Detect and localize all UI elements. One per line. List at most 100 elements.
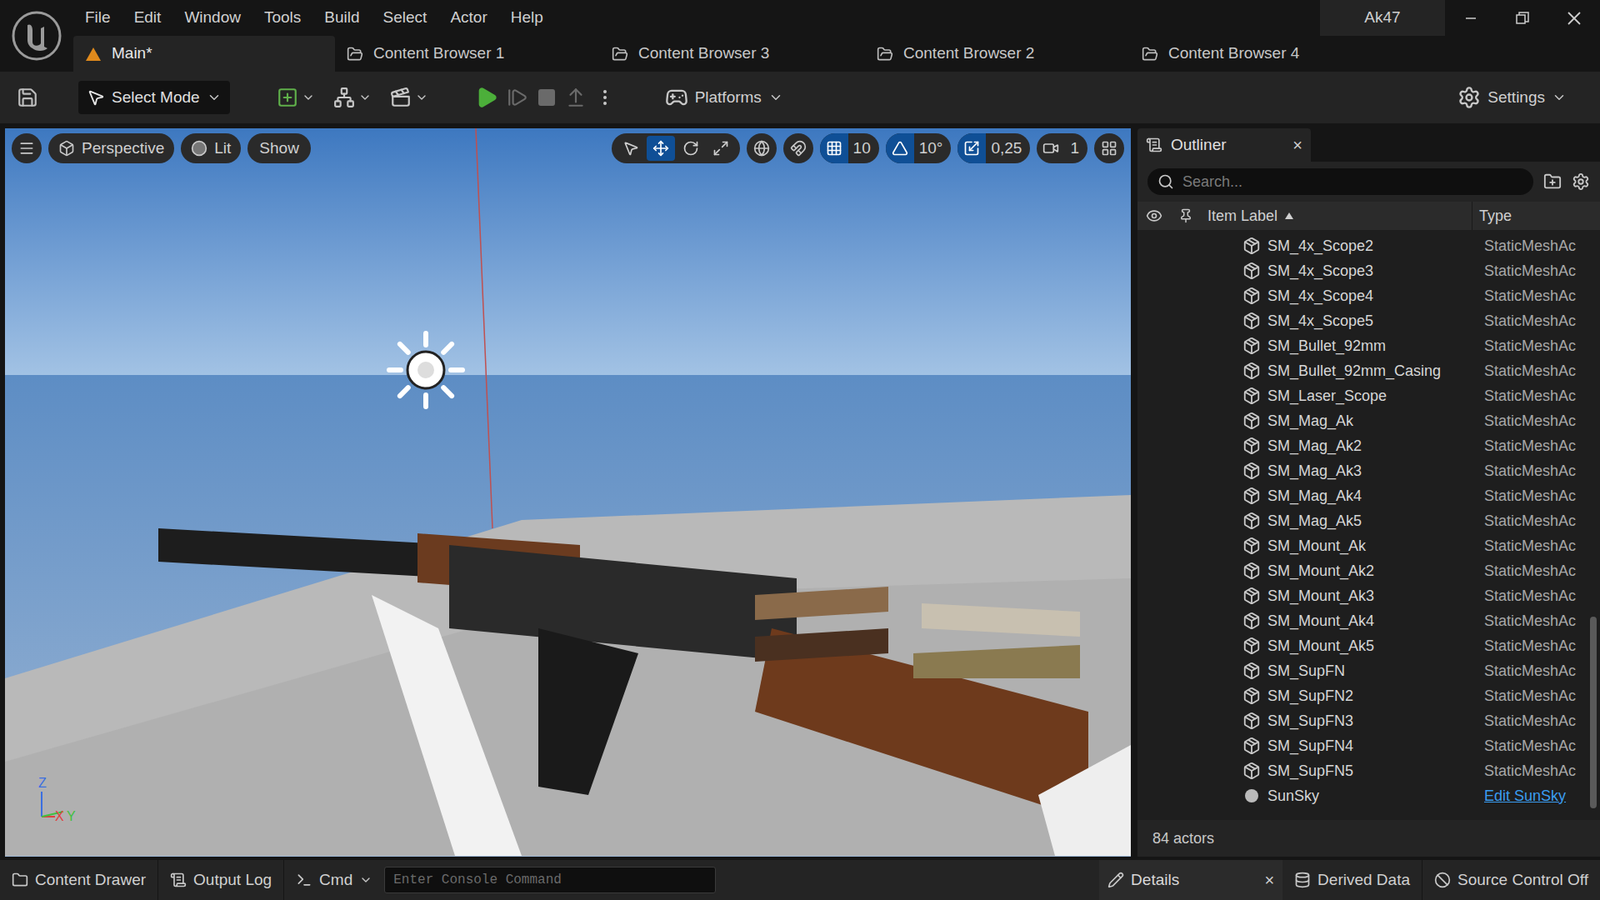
static-mesh-icon (1242, 386, 1261, 405)
document-tab[interactable]: Content Browser 4 (1130, 35, 1395, 72)
directional-light-icon[interactable] (384, 328, 468, 412)
menu-item[interactable]: Edit (122, 5, 174, 30)
world-local-button[interactable] (746, 133, 777, 164)
outliner-row[interactable]: SM_SupFN5StaticMeshAc (1137, 758, 1590, 784)
viewport-menu-button[interactable] (11, 133, 42, 164)
show-button[interactable]: Show (247, 133, 311, 164)
stop-icon[interactable] (536, 87, 557, 108)
menu-icon (18, 140, 35, 157)
content-drawer-button[interactable]: Content Drawer (0, 860, 159, 900)
advance-frame-icon[interactable] (506, 86, 529, 109)
close-tab-button[interactable]: × (1264, 867, 1275, 893)
type-cell: StaticMeshAc (1475, 385, 1576, 408)
content-browser-icon (876, 45, 894, 63)
document-tab[interactable]: Content Browser 1 (335, 35, 600, 72)
outliner-row[interactable]: SM_Mount_AkStaticMeshAc (1137, 533, 1590, 559)
new-folder-icon[interactable] (1543, 172, 1562, 191)
output-log-button[interactable]: Output Log (158, 860, 285, 900)
restore-icon[interactable] (1496, 11, 1549, 25)
column-header[interactable]: Type (1472, 205, 1600, 228)
viewport-layout-button[interactable] (1094, 133, 1125, 164)
cmd-button[interactable]: Cmd (284, 860, 385, 900)
column-header[interactable]: Item Label (1200, 201, 1473, 230)
outliner-row[interactable]: SM_Mount_Ak5StaticMeshAc (1137, 633, 1590, 659)
gamepad-icon (665, 85, 689, 110)
outliner-row[interactable]: SM_Mount_Ak2StaticMeshAc (1137, 558, 1590, 584)
menu-item[interactable]: Window (172, 5, 253, 30)
outliner-header: Item LabelType (1137, 201, 1600, 230)
static-mesh-icon (1242, 436, 1261, 455)
outliner-row[interactable]: SunSkyEdit SunSky (1137, 783, 1590, 809)
outliner-tab[interactable]: Outliner× (1137, 128, 1311, 162)
angle-snap-button[interactable]: 10° (885, 133, 952, 164)
document-tab[interactable]: Content Browser 2 (865, 35, 1130, 72)
outliner-row[interactable]: SM_Bullet_92mmStaticMeshAc (1137, 333, 1590, 359)
unreal-logo-icon[interactable] (0, 0, 74, 72)
outliner-search[interactable]: Search... (1147, 168, 1534, 195)
minimize-icon[interactable] (1445, 12, 1497, 25)
close-tab-button[interactable]: × (1292, 132, 1303, 158)
camera-snap-button[interactable]: 1 (1036, 133, 1088, 164)
outliner-row[interactable]: SM_Mag_Ak5StaticMeshAc (1137, 508, 1590, 534)
grid-snap-button[interactable]: 10 (820, 133, 880, 164)
outliner-row[interactable]: SM_SupFN3StaticMeshAc (1137, 708, 1590, 734)
outliner-row[interactable]: SM_Mount_Ak4StaticMeshAc (1137, 608, 1590, 634)
outliner-row[interactable]: SM_Mag_AkStaticMeshAc (1137, 408, 1590, 434)
menu-item[interactable]: Tools (252, 5, 313, 30)
outliner-row[interactable]: SM_SupFNStaticMeshAc (1137, 658, 1590, 684)
cinematics-button[interactable] (385, 86, 434, 109)
platforms-button[interactable]: Platforms (665, 85, 784, 110)
outliner-row[interactable]: SM_Mag_Ak3StaticMeshAc (1137, 458, 1590, 484)
sort-ascending-icon (1284, 211, 1295, 220)
add-actor-button[interactable] (271, 86, 320, 109)
scale-tool-button[interactable] (706, 135, 735, 161)
more-options-icon[interactable] (595, 87, 615, 108)
type-cell: StaticMeshAc (1475, 260, 1576, 283)
surface-snap-button[interactable] (783, 133, 814, 164)
chevron-down-icon (415, 90, 429, 105)
outliner-row[interactable]: SM_Mag_Ak2StaticMeshAc (1137, 433, 1590, 459)
settings-button[interactable]: Settings (1457, 85, 1584, 110)
menu-item[interactable]: Select (371, 5, 440, 30)
lit-button[interactable]: Lit (180, 133, 241, 164)
outliner-row[interactable]: SM_Bullet_92mm_CasingStaticMeshAc (1137, 358, 1590, 384)
menu-item[interactable]: Build (312, 5, 371, 30)
scrollbar[interactable] (1590, 230, 1600, 820)
derived-data-button[interactable]: Derived Data (1282, 860, 1422, 900)
outliner-icon (1145, 136, 1163, 154)
outliner-row[interactable]: SM_SupFN4StaticMeshAc (1137, 733, 1590, 759)
outliner-row[interactable]: SM_4x_Scope2StaticMeshAc (1137, 233, 1590, 259)
blueprint-button[interactable] (328, 86, 377, 109)
document-tab[interactable]: Content Browser 3 (600, 35, 865, 72)
outliner-row[interactable]: SM_Mount_Ak3StaticMeshAc (1137, 583, 1590, 609)
gear-icon[interactable] (1571, 172, 1590, 191)
blueprint-icon (333, 86, 355, 109)
outliner-row[interactable]: SM_4x_Scope3StaticMeshAc (1137, 258, 1590, 284)
edit-sunsky-link[interactable]: Edit SunSky (1475, 785, 1566, 808)
scale-snap-button[interactable]: 0,25 (957, 133, 1030, 164)
details-tab[interactable]: Details× (1099, 860, 1283, 900)
play-icon[interactable] (475, 85, 499, 110)
outliner-row[interactable]: SM_4x_Scope5StaticMeshAc (1137, 308, 1590, 334)
menu-item[interactable]: File (73, 5, 123, 30)
outliner-row[interactable]: SM_4x_Scope4StaticMeshAc (1137, 283, 1590, 309)
console-input[interactable]: Enter Console Command (384, 866, 716, 894)
perspective-button[interactable]: Perspective (48, 133, 175, 164)
select-tool-button[interactable] (616, 135, 645, 161)
save-icon[interactable] (16, 86, 39, 109)
type-cell: StaticMeshAc (1475, 485, 1576, 508)
rotate-tool-button[interactable] (676, 135, 705, 161)
eject-icon[interactable] (565, 86, 587, 109)
outliner-row[interactable]: SM_SupFN2StaticMeshAc (1137, 683, 1590, 709)
select-mode-button[interactable]: Select Mode (78, 80, 230, 115)
outliner-row[interactable]: SM_Laser_ScopeStaticMeshAc (1137, 383, 1590, 409)
outliner-row[interactable]: SM_Mag_Ak4StaticMeshAc (1137, 483, 1590, 509)
close-window-icon[interactable] (1548, 11, 1600, 25)
search-icon (1157, 173, 1175, 190)
menu-item[interactable]: Help (499, 5, 555, 30)
level-viewport[interactable]: PerspectiveLitShow1010°0,251ZXY (5, 128, 1131, 857)
menu-item[interactable]: Actor (438, 5, 499, 30)
document-tab[interactable]: Main* (73, 35, 335, 72)
translate-tool-button[interactable] (646, 135, 675, 161)
source-control-button[interactable]: Source Control Off (1421, 860, 1600, 900)
